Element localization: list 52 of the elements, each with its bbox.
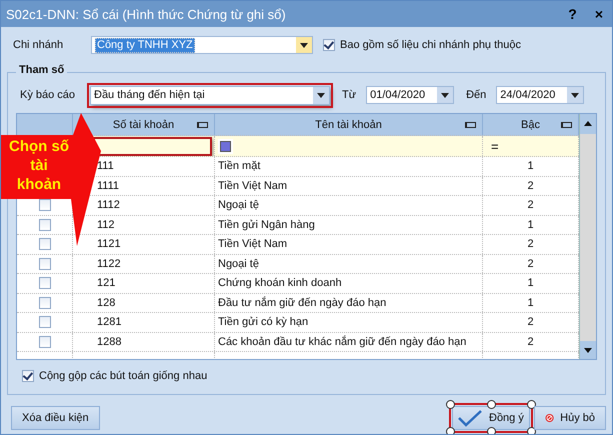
row-checkbox[interactable] [38,258,50,270]
selection-handle[interactable] [446,427,455,434]
close-button[interactable]: × [590,6,608,22]
to-label: Đến [466,89,486,101]
table-cell: Tiền gửi có kỳ hạn [215,313,483,332]
table-cell: Ngoại tệ [215,254,483,273]
table-cell: 1288 [73,332,215,351]
table-cell: 1281 [73,313,215,332]
row-checkbox[interactable] [38,277,50,290]
table-cell: Tiền gửi Ngân hàng [215,216,483,234]
branch-value: Công ty TNHH XYZ [95,38,195,52]
row-checkbox[interactable] [38,336,50,348]
filter-operator[interactable]: = [485,138,499,154]
to-date-field[interactable]: 24/04/2020 [496,86,584,104]
ok-button[interactable]: Đồng ý [452,406,530,430]
table-cell: 121 [73,274,215,292]
period-label: Kỳ báo cáo [20,89,76,101]
checkbox[interactable] [323,39,335,51]
callout-text: Chọn số tài khoản [8,137,70,194]
from-label: Từ [342,89,356,101]
branch-dropdown[interactable]: Công ty TNHH XYZ [91,36,313,54]
selection-handle[interactable] [446,400,455,409]
table-cell: Đầu tư nắm giữ đến ngày đáo hạn [215,294,483,312]
table-cell: Tiền Việt Nam [215,176,483,195]
checkbox[interactable] [22,370,34,382]
checkmark-icon [457,409,483,427]
scrollbar[interactable] [579,114,596,359]
table-cell: Tiền Việt Nam [215,235,483,254]
row-checkbox[interactable] [38,316,50,328]
cancel-button[interactable]: Hủy bỏ [534,406,606,430]
filter-operator-icon[interactable] [220,140,231,152]
row-checkbox[interactable] [38,238,50,250]
table-cell: Ngoại tệ [215,196,483,214]
checkbox-label: Cộng gộp các bút toán giống nhau [39,370,208,382]
row-checkbox[interactable] [38,218,50,231]
filter-field[interactable] [93,136,212,156]
table-cell: Tiền mặt [215,157,483,176]
table-cell: 128 [73,294,215,312]
selection-handle[interactable] [487,400,496,409]
window-title: S02c1-DNN: Sổ cái (Hình thức Chứng từ ghi sổ) [6,6,287,22]
table-cell: Các khoản đầu tư khác nắm giữ đến ngày đáo hạn [215,332,483,351]
row-checkbox[interactable] [38,296,50,309]
checkbox-label: Bao gồm số liệu chi nhánh phụ thuộc [340,39,522,51]
from-date-field[interactable]: 01/04/2020 [366,86,454,104]
group-title: Tham số [16,64,68,76]
column-header[interactable]: Tên tài khoản [215,114,483,135]
table-cell: 1122 [73,254,215,273]
help-button[interactable]: ? [563,6,582,22]
table-cell: Chứng khoán kinh doanh [215,274,483,292]
branch-label: Chi nhánh [13,39,64,51]
clear-button[interactable]: Xóa điều kiện [11,406,100,430]
row-checkbox[interactable] [38,199,50,212]
